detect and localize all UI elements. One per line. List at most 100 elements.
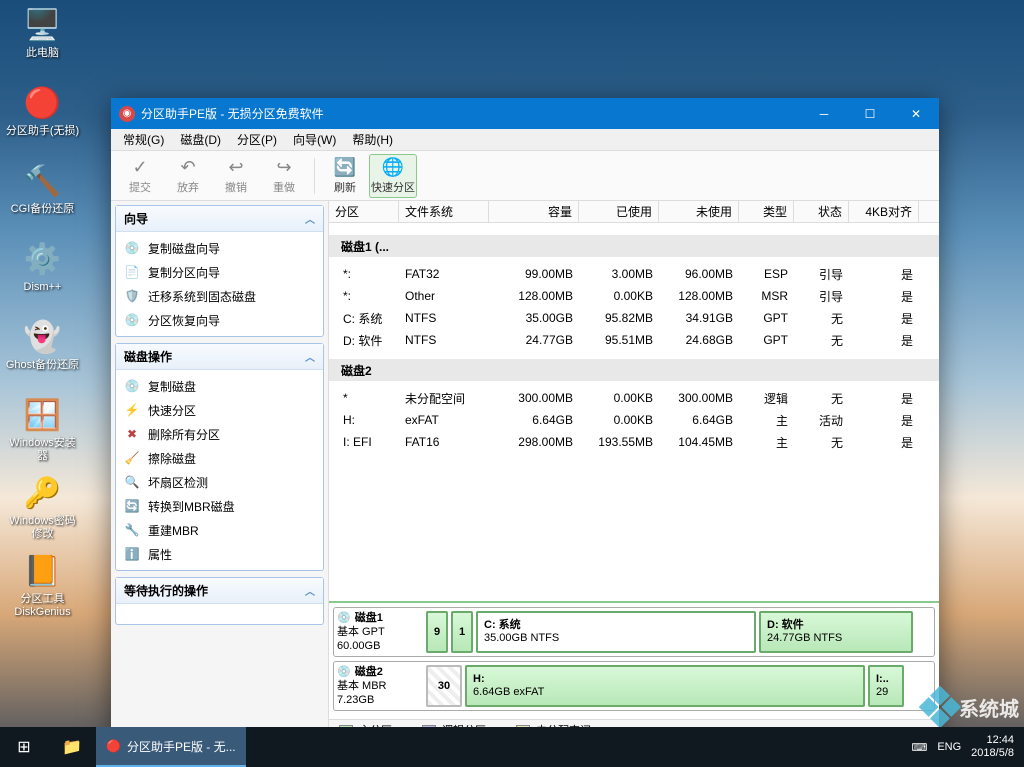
- system-tray[interactable]: ⌨ ENG 12:44 2018/5/8: [911, 734, 1024, 760]
- collapse-icon[interactable]: ︿: [305, 349, 315, 364]
- item-icon: 💿: [124, 240, 140, 256]
- icon-label: 分区工具DiskGenius: [5, 593, 80, 619]
- panel-item[interactable]: 💿复制磁盘向导: [116, 236, 323, 260]
- pending-panel-title: 等待执行的操作: [124, 582, 208, 599]
- start-button[interactable]: ⊞: [0, 727, 48, 767]
- disk-group-header[interactable]: 磁盘2: [329, 359, 939, 381]
- partition-row[interactable]: *未分配空间300.00MB0.00KB300.00MB逻辑无是: [329, 387, 939, 409]
- menu-item[interactable]: 常规(G): [115, 131, 172, 148]
- item-icon: 🔧: [124, 522, 140, 538]
- partition-row[interactable]: D: 软件NTFS24.77GB95.51MB24.68GBGPT无是: [329, 329, 939, 351]
- partition-row[interactable]: I: EFIFAT16298.00MB193.55MB104.45MB主无是: [329, 431, 939, 453]
- disk-info[interactable]: 💿磁盘1基本 GPT60.00GB: [337, 611, 423, 653]
- toolbar-button[interactable]: 🌐快速分区: [369, 154, 417, 198]
- toolbar-button[interactable]: ↪重做: [260, 154, 308, 198]
- partition-block[interactable]: I:..29: [868, 665, 904, 707]
- icon: 🔨: [23, 161, 63, 201]
- toolbar-icon: ↩: [228, 157, 243, 178]
- toolbar-icon: ↶: [180, 157, 195, 178]
- taskbar-app[interactable]: 🔴 分区助手PE版 - 无...: [96, 727, 246, 767]
- desktop-icon[interactable]: ⚙️Dism++: [5, 239, 80, 309]
- item-icon: 🔄: [124, 498, 140, 514]
- partition-block[interactable]: H:6.64GB exFAT: [465, 665, 865, 707]
- column-header[interactable]: 文件系统: [399, 201, 489, 222]
- sidebar: 向导 ︿ 💿复制磁盘向导📄复制分区向导🛡️迁移系统到固态磁盘💿分区恢复向导 磁盘…: [111, 201, 329, 739]
- item-icon: 🧹: [124, 450, 140, 466]
- column-header[interactable]: 容量: [489, 201, 579, 222]
- panel-item[interactable]: 🔄转换到MBR磁盘: [116, 494, 323, 518]
- close-button[interactable]: ✕: [893, 98, 939, 129]
- minimize-button[interactable]: ─: [801, 98, 847, 129]
- diskmap-area: 💿磁盘1基本 GPT60.00GB91C: 系统35.00GB NTFSD: 软…: [329, 601, 939, 719]
- maximize-button[interactable]: ☐: [847, 98, 893, 129]
- icon-label: Dism++: [24, 281, 62, 294]
- partition-row[interactable]: H:exFAT6.64GB0.00KB6.64GB主活动是: [329, 409, 939, 431]
- panel-item[interactable]: 🧹擦除磁盘: [116, 446, 323, 470]
- menu-item[interactable]: 帮助(H): [344, 131, 401, 148]
- column-header[interactable]: 分区: [329, 201, 399, 222]
- clock[interactable]: 12:44 2018/5/8: [971, 734, 1014, 760]
- column-header[interactable]: 类型: [739, 201, 794, 222]
- partition-block[interactable]: 9: [426, 611, 448, 653]
- panel-item[interactable]: 🔍坏扇区检测: [116, 470, 323, 494]
- desktop-icon[interactable]: 🪟Windows安装器: [5, 395, 80, 465]
- toolbar-button[interactable]: ↩撤销: [212, 154, 260, 198]
- icon-label: Ghost备份还原: [6, 359, 79, 372]
- toolbar-button[interactable]: ↶放弃: [164, 154, 212, 198]
- partition-block[interactable]: 30: [426, 665, 462, 707]
- partition-row[interactable]: *:FAT3299.00MB3.00MB96.00MBESP引导是: [329, 263, 939, 285]
- partition-row[interactable]: C: 系统NTFS35.00GB95.82MB34.91GBGPT无是: [329, 307, 939, 329]
- toolbar-icon: 🔄: [334, 157, 356, 178]
- panel-item[interactable]: ⚡快速分区: [116, 398, 323, 422]
- taskbar: ⊞ 📁 🔴 分区助手PE版 - 无... ⌨ ENG 12:44 2018/5/…: [0, 727, 1024, 767]
- icon-label: CGI备份还原: [11, 203, 75, 216]
- column-header[interactable]: 4KB对齐: [849, 201, 919, 222]
- partition-block[interactable]: 1: [451, 611, 473, 653]
- menu-item[interactable]: 向导(W): [285, 131, 344, 148]
- panel-item[interactable]: ℹ️属性: [116, 542, 323, 566]
- column-header[interactable]: 已使用: [579, 201, 659, 222]
- desktop-icon[interactable]: 📙分区工具DiskGenius: [5, 551, 80, 621]
- partition-block[interactable]: C: 系统35.00GB NTFS: [476, 611, 756, 653]
- menu-item[interactable]: 磁盘(D): [172, 131, 229, 148]
- panel-item[interactable]: 🛡️迁移系统到固态磁盘: [116, 284, 323, 308]
- toolbar-button[interactable]: 🔄刷新: [321, 154, 369, 198]
- desktop-icon[interactable]: 🔨 CGI备份还原: [5, 161, 80, 231]
- desktop-icon[interactable]: 🖥️ 此电脑: [5, 5, 80, 75]
- panel-item[interactable]: 🔧重建MBR: [116, 518, 323, 542]
- partition-block[interactable]: D: 软件24.77GB NTFS: [759, 611, 913, 653]
- keyboard-icon[interactable]: ⌨: [911, 741, 927, 754]
- icon-label: 此电脑: [26, 47, 59, 60]
- grid-body: 磁盘1 (... *:FAT3299.00MB3.00MB96.00MBESP引导…: [329, 223, 939, 601]
- panel-item[interactable]: 💿复制磁盘: [116, 374, 323, 398]
- panel-item[interactable]: 📄复制分区向导: [116, 260, 323, 284]
- toolbar-icon: 🌐: [382, 157, 404, 178]
- collapse-icon[interactable]: ︿: [305, 583, 315, 598]
- menu-item[interactable]: 分区(P): [229, 131, 285, 148]
- language-indicator[interactable]: ENG: [937, 741, 961, 753]
- toolbar: ✓提交↶放弃↩撤销↪重做 🔄刷新🌐快速分区: [111, 151, 939, 201]
- column-header[interactable]: 状态: [794, 201, 849, 222]
- desktop-icon[interactable]: 🔴分区助手(无损): [5, 83, 80, 153]
- desktop-icon[interactable]: 🔑Windows密码修改: [5, 473, 80, 543]
- collapse-icon[interactable]: ︿: [305, 211, 315, 226]
- titlebar[interactable]: ◉ 分区助手PE版 - 无损分区免费软件 ─ ☐ ✕: [111, 98, 939, 129]
- panel-item[interactable]: 💿分区恢复向导: [116, 308, 323, 332]
- icon-label: Windows安装器: [5, 437, 80, 463]
- desktop-icon[interactable]: 👻Ghost备份还原: [5, 317, 80, 387]
- disk-group-header[interactable]: 磁盘1 (...: [329, 235, 939, 257]
- disk-info[interactable]: 💿磁盘2基本 MBR7.23GB: [337, 665, 423, 707]
- file-explorer-icon[interactable]: 📁: [48, 727, 96, 767]
- icon: 🔴: [23, 83, 63, 123]
- disk-icon: 💿: [337, 611, 351, 625]
- toolbar-button[interactable]: ✓提交: [116, 154, 164, 198]
- toolbar-icon: ↪: [276, 157, 291, 178]
- item-icon: ✖: [124, 426, 140, 442]
- column-header[interactable]: 未使用: [659, 201, 739, 222]
- panel-item[interactable]: ✖删除所有分区: [116, 422, 323, 446]
- item-icon: ℹ️: [124, 546, 140, 562]
- item-icon: 💿: [124, 312, 140, 328]
- icon: 🖥️: [23, 5, 63, 45]
- partition-row[interactable]: *:Other128.00MB0.00KB128.00MBMSR引导是: [329, 285, 939, 307]
- wizard-panel: 向导 ︿ 💿复制磁盘向导📄复制分区向导🛡️迁移系统到固态磁盘💿分区恢复向导: [115, 205, 324, 337]
